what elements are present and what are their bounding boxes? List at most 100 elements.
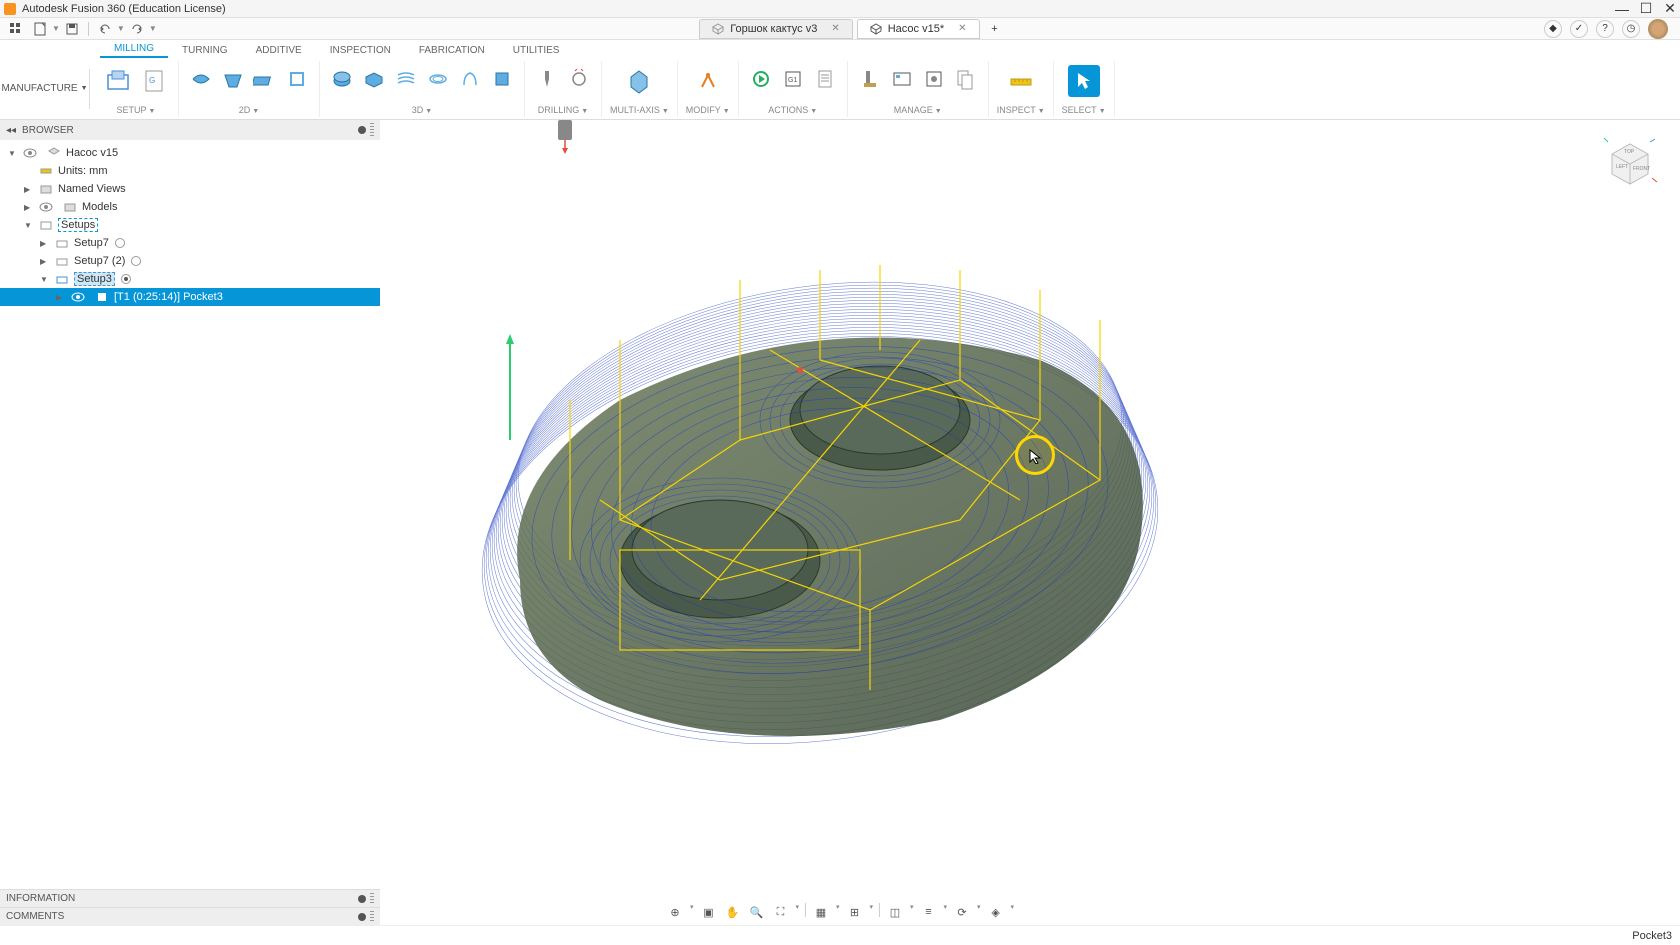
select-icon[interactable] (1068, 65, 1100, 97)
zoom-icon[interactable]: 🔍 (747, 903, 765, 921)
tree-label: [T1 (0:25:14)] Pocket3 (114, 291, 223, 303)
workspace-switcher[interactable]: MANUFACTURE▼ (0, 69, 90, 109)
information-panel[interactable]: INFORMATION (0, 889, 380, 907)
parallel-icon[interactable] (392, 65, 420, 93)
tree-models[interactable]: ▶ Models (0, 198, 380, 216)
avatar[interactable] (1648, 19, 1668, 39)
nc-program-icon[interactable]: G (138, 65, 170, 97)
help-icon[interactable]: ? (1596, 20, 1614, 38)
viewcube[interactable]: LEFT FRONT TOP (1600, 130, 1660, 190)
pan-icon[interactable]: ✋ (723, 903, 741, 921)
notifications-icon[interactable]: ✓ (1570, 20, 1588, 38)
maximize-button[interactable]: ☐ (1640, 3, 1652, 15)
tree-units[interactable]: Units: mm (0, 162, 380, 180)
hole-recognition-icon[interactable] (565, 65, 593, 93)
modify-icon[interactable] (692, 65, 724, 97)
tab-label: Горшок кактус v3 (730, 23, 817, 35)
tree-label: Models (82, 201, 117, 213)
adaptive-2d-icon[interactable] (187, 65, 215, 93)
viewport[interactable]: LEFT FRONT TOP (380, 120, 1680, 925)
drag-handle-icon[interactable] (370, 911, 374, 923)
generate-icon[interactable] (747, 65, 775, 93)
drill-icon[interactable] (533, 65, 561, 93)
minimize-button[interactable]: — (1616, 3, 1628, 15)
fit-icon[interactable]: ⛶ (771, 903, 789, 921)
browser-header[interactable]: ◂◂ BROWSER (0, 120, 380, 140)
setup-icon (54, 236, 70, 250)
adaptive-3d-icon[interactable] (328, 65, 356, 93)
contour-3d-icon[interactable] (456, 65, 484, 93)
document-tab-1[interactable]: Горшок кактус v3 ✕ (699, 19, 852, 39)
object-visibility-icon[interactable]: ◈ (987, 903, 1005, 921)
pocket-3d-icon[interactable] (360, 65, 388, 93)
comments-panel[interactable]: COMMENTS (0, 907, 380, 925)
tree-root[interactable]: ▼ Насос v15 (0, 144, 380, 162)
template-library-icon[interactable] (952, 65, 980, 93)
tab-additive[interactable]: ADDITIVE (242, 43, 316, 58)
extensions-icon[interactable]: ◆ (1544, 20, 1562, 38)
tree-setup7-2[interactable]: ▶ Setup7 (2) (0, 252, 380, 270)
active-radio[interactable] (131, 256, 141, 266)
tab-turning[interactable]: TURNING (168, 43, 242, 58)
eye-icon[interactable] (38, 200, 54, 214)
tree-label: Setup3 (74, 272, 115, 286)
measure-icon[interactable] (1005, 65, 1037, 97)
pocket-2d-icon[interactable] (219, 65, 247, 93)
close-button[interactable]: ✕ (1664, 3, 1676, 15)
top-right-buttons: ◆ ✓ ? ◷ (1544, 19, 1676, 39)
look-at-icon[interactable]: ▣ (699, 903, 717, 921)
active-radio[interactable] (121, 274, 131, 284)
tool-library-icon[interactable] (856, 65, 884, 93)
refresh-icon[interactable]: ⟳ (953, 903, 971, 921)
orbit-icon[interactable]: ⊕ (666, 903, 684, 921)
new-tab-button[interactable]: + (986, 20, 1004, 38)
setup-sheet-icon[interactable] (811, 65, 839, 93)
tree-named-views[interactable]: ▶ Named Views (0, 180, 380, 198)
tab-milling[interactable]: MILLING (100, 41, 168, 58)
tree-setup7[interactable]: ▶ Setup7 (0, 234, 380, 252)
task-manager-icon[interactable] (888, 65, 916, 93)
multiaxis-icon[interactable] (623, 65, 655, 97)
grid-icon[interactable]: ⊞ (845, 903, 863, 921)
save-icon[interactable] (64, 21, 80, 37)
tree-setup3[interactable]: ▼ Setup3 (0, 270, 380, 288)
eye-icon[interactable] (70, 290, 86, 304)
post-process-icon[interactable]: G1 (779, 65, 807, 93)
quick-access-row: ▼ ▼ ▼ Горшок кактус v3 ✕ Насос v15* ✕ + … (0, 18, 1680, 40)
tree-setups[interactable]: ▼ Setups (0, 216, 380, 234)
undo-icon[interactable] (97, 21, 113, 37)
tree-operation-pocket3[interactable]: ▶ [T1 (0:25:14)] Pocket3 (0, 288, 380, 306)
drag-handle-icon[interactable] (370, 893, 374, 905)
data-panel-icon[interactable] (8, 21, 24, 37)
window-controls: — ☐ ✕ (1616, 3, 1676, 15)
options-icon[interactable] (358, 126, 366, 134)
tab-fabrication[interactable]: FABRICATION (405, 43, 499, 58)
clock-icon[interactable]: ◷ (1622, 20, 1640, 38)
ramp-icon[interactable] (488, 65, 516, 93)
file-icon[interactable] (32, 21, 48, 37)
viewport-icon[interactable]: ◫ (886, 903, 904, 921)
tree-label: Насос v15 (66, 147, 118, 159)
document-tab-2[interactable]: Насос v15* ✕ (857, 19, 980, 39)
collapse-icon[interactable]: ◂◂ (6, 125, 16, 136)
active-radio[interactable] (115, 238, 125, 248)
options-icon[interactable] (358, 895, 366, 903)
close-icon[interactable]: ✕ (958, 23, 966, 34)
component-icon (46, 146, 62, 160)
setup-icon[interactable] (102, 65, 134, 97)
display-icon[interactable]: ▦ (812, 903, 830, 921)
navigation-toolbar: ⊕ ▾ ▣ ✋ 🔍 ⛶ ▾ ▦ ▾ ⊞ ▾ ◫ ▾ ≡ ▾ ⟳ ▾ ◈ ▾ (660, 901, 1020, 923)
close-icon[interactable]: ✕ (831, 23, 839, 34)
horizontal-icon[interactable] (424, 65, 452, 93)
machine-library-icon[interactable] (920, 65, 948, 93)
drag-handle-icon[interactable] (370, 123, 374, 137)
contour-2d-icon[interactable] (283, 65, 311, 93)
eye-icon[interactable] (22, 146, 38, 160)
tab-utilities[interactable]: UTILITIES (499, 43, 574, 58)
face-2d-icon[interactable] (251, 65, 279, 93)
options-icon[interactable] (358, 913, 366, 921)
effects-icon[interactable]: ≡ (920, 903, 938, 921)
redo-icon[interactable] (129, 21, 145, 37)
browser-panel: ◂◂ BROWSER ▼ Насос v15 Units: mm ▶ Named… (0, 120, 380, 925)
tab-inspection[interactable]: INSPECTION (316, 43, 405, 58)
